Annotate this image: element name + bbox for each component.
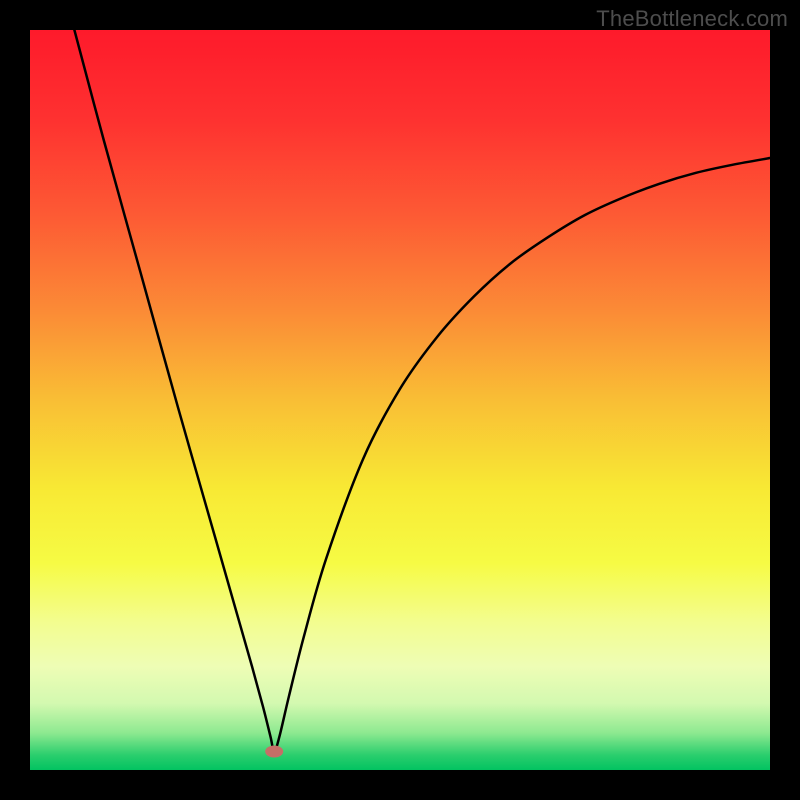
plot-area xyxy=(30,30,770,770)
watermark-text: TheBottleneck.com xyxy=(596,6,788,32)
bottleneck-curve xyxy=(30,30,770,770)
minimum-marker xyxy=(265,746,283,758)
chart-frame: TheBottleneck.com xyxy=(0,0,800,800)
